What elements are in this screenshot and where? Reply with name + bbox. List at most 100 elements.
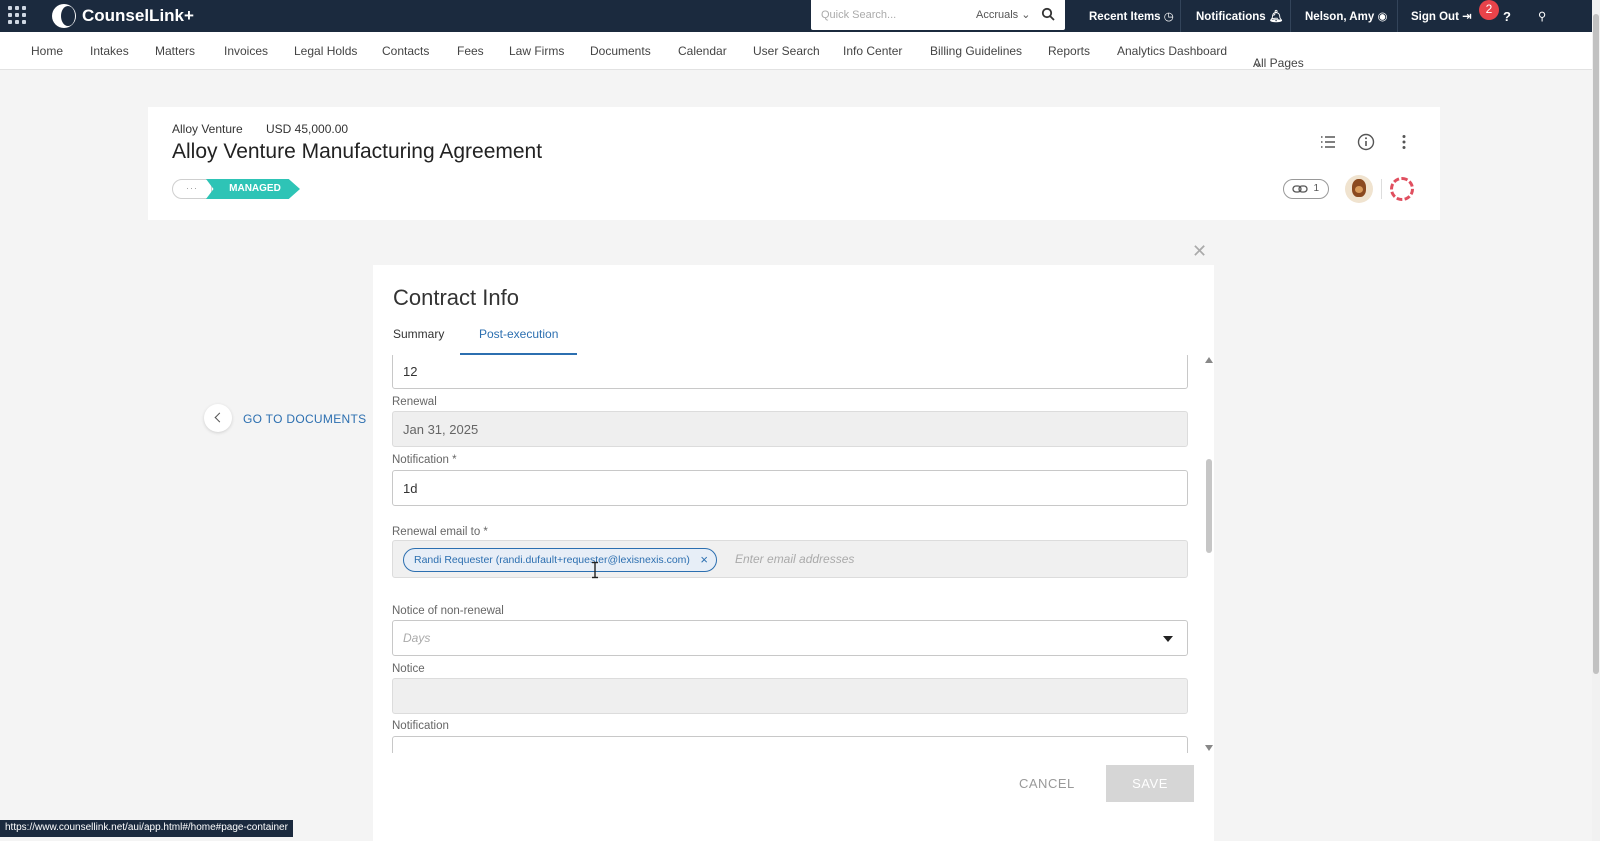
divider: [1180, 0, 1181, 32]
main-nav: Home Intakes Matters Invoices Legal Hold…: [0, 32, 1592, 70]
status-step-previous[interactable]: ···: [172, 179, 212, 199]
nav-contacts[interactable]: Contacts: [382, 44, 429, 58]
nav-analytics-dashboard[interactable]: Analytics Dashboard: [1117, 44, 1227, 58]
nav-matters[interactable]: Matters: [155, 44, 195, 58]
notification-value: 1d: [403, 481, 418, 496]
matter-amount: USD 45,000.00: [266, 122, 349, 136]
go-to-documents-link[interactable]: GO TO DOCUMENTS: [243, 412, 366, 426]
text-cursor-icon: [592, 561, 598, 579]
list-icon[interactable]: [1318, 132, 1338, 152]
search-scope-select[interactable]: Accruals ⌄: [976, 8, 1030, 21]
renewal-date-field: Jan 31, 2025: [392, 411, 1188, 447]
notice-nonrenewal-select[interactable]: Days: [392, 620, 1188, 656]
progress-ring-icon[interactable]: [1390, 177, 1414, 201]
search-icon[interactable]: [1041, 7, 1055, 21]
notice-nonrenewal-placeholder: Days: [403, 631, 431, 645]
nav-fees[interactable]: Fees: [457, 44, 484, 58]
linked-items-button[interactable]: 1: [1283, 179, 1329, 199]
linked-items-count: 1: [1313, 183, 1319, 194]
term-value: 12: [403, 364, 418, 379]
clock-icon: ◷: [1163, 11, 1174, 23]
lightbulb-icon[interactable]: ⚲: [1538, 9, 1546, 23]
client-name: Alloy Venture: [172, 122, 243, 136]
search-scope-label: Accruals: [976, 9, 1019, 21]
quick-search-input[interactable]: [819, 6, 959, 24]
recent-items-label: Recent Items: [1089, 11, 1161, 23]
modal-title: Contract Info: [393, 285, 519, 310]
scrollbar-thumb[interactable]: [1206, 459, 1212, 553]
renewal-email-field[interactable]: Randi Requester (randi.dufault+requester…: [392, 540, 1188, 578]
user-circle-icon: ◉: [1377, 11, 1388, 23]
nav-info-center[interactable]: Info Center: [843, 44, 902, 58]
app-launcher-icon[interactable]: [8, 6, 26, 24]
notification-field[interactable]: 1d: [392, 470, 1188, 506]
nav-user-search[interactable]: User Search: [753, 44, 820, 58]
email-chip[interactable]: Randi Requester (randi.dufault+requester…: [403, 548, 717, 572]
renewal-date-value: Jan 31, 2025: [403, 422, 479, 437]
caret-down-icon: [1163, 636, 1173, 642]
nav-home[interactable]: Home: [31, 44, 63, 58]
info-icon[interactable]: [1356, 132, 1376, 152]
divider: [1290, 0, 1291, 32]
more-vertical-icon[interactable]: [1394, 132, 1414, 152]
link-icon: [1292, 185, 1308, 193]
matter-title: Alloy Venture Manufacturing Agreement: [172, 140, 543, 163]
app-logo[interactable]: CounselLink+: [52, 4, 194, 28]
bell-icon: 🔔︎: [1268, 11, 1284, 23]
renewal-email-label: Renewal email to *: [392, 526, 488, 538]
close-icon[interactable]: ✕: [1192, 241, 1207, 262]
status-bar-url: https://www.counsellink.net/aui/app.html…: [0, 820, 293, 837]
form-scroll-area[interactable]: 12 Renewal Jan 31, 2025 Notification * 1…: [373, 355, 1214, 753]
cancel-button[interactable]: CANCEL: [1013, 775, 1081, 792]
contract-info-modal: Contract Info Summary Post-execution 12 …: [373, 265, 1214, 841]
user-menu-button[interactable]: Nelson, Amy ◉: [1305, 9, 1387, 23]
notifications-button[interactable]: Notifications 🔔︎: [1196, 9, 1283, 23]
notifications-label: Notifications: [1196, 11, 1266, 23]
app-name: CounselLink+: [82, 6, 194, 25]
chevron-down-icon: ⌄: [1253, 56, 1264, 70]
divider: [1397, 0, 1398, 32]
user-name: Nelson, Amy: [1305, 11, 1375, 23]
sign-out-icon: ⇥: [1462, 11, 1472, 23]
renewal-label: Renewal: [392, 396, 437, 408]
modal-scrollbar[interactable]: [1205, 355, 1213, 753]
recent-items-button[interactable]: Recent Items ◷: [1089, 9, 1174, 23]
sign-out-label: Sign Out: [1411, 11, 1459, 23]
notification2-label: Notification: [392, 720, 449, 732]
tab-post-execution[interactable]: Post-execution: [479, 327, 558, 341]
top-bar: CounselLink+ Accruals ⌄ Recent Items ◷ N…: [0, 0, 1592, 32]
term-field[interactable]: 12: [392, 355, 1188, 389]
page-scrollbar[interactable]: [1592, 0, 1600, 841]
save-button[interactable]: SAVE: [1106, 765, 1194, 802]
nav-intakes[interactable]: Intakes: [90, 44, 129, 58]
nav-reports[interactable]: Reports: [1048, 44, 1090, 58]
status-badge: MANAGED: [206, 179, 300, 199]
sign-out-button[interactable]: Sign Out ⇥: [1411, 9, 1472, 23]
logo-icon: [52, 4, 76, 28]
email-chip-label: Randi Requester (randi.dufault+requester…: [414, 554, 690, 566]
chevron-down-icon: ⌄: [1021, 9, 1031, 21]
nav-calendar[interactable]: Calendar: [678, 44, 727, 58]
notification-badge: 2: [1479, 0, 1499, 20]
divider: [1381, 179, 1382, 199]
notice-field: [392, 678, 1188, 714]
matter-header-card: Alloy Venture USD 45,000.00 Alloy Ventur…: [148, 107, 1440, 220]
nav-billing-guidelines[interactable]: Billing Guidelines: [930, 44, 1022, 58]
notice-label: Notice: [392, 663, 425, 675]
avatar[interactable]: [1345, 175, 1373, 203]
email-input[interactable]: [733, 551, 1033, 567]
scroll-up-icon[interactable]: [1205, 357, 1213, 363]
chevron-left-icon[interactable]: [204, 404, 232, 432]
nav-documents[interactable]: Documents: [590, 44, 651, 58]
scroll-down-icon[interactable]: [1205, 745, 1213, 751]
nav-invoices[interactable]: Invoices: [224, 44, 268, 58]
notice-nonrenewal-label: Notice of non-renewal: [392, 605, 504, 617]
help-icon[interactable]: ?: [1503, 9, 1511, 24]
notification-label: Notification *: [392, 454, 457, 466]
nav-law-firms[interactable]: Law Firms: [509, 44, 564, 58]
remove-chip-icon[interactable]: ×: [700, 549, 708, 571]
nav-legal-holds[interactable]: Legal Holds: [294, 44, 357, 58]
notification2-field[interactable]: [392, 736, 1188, 753]
page-scrollbar-thumb[interactable]: [1593, 14, 1599, 674]
tab-summary[interactable]: Summary: [393, 327, 444, 341]
